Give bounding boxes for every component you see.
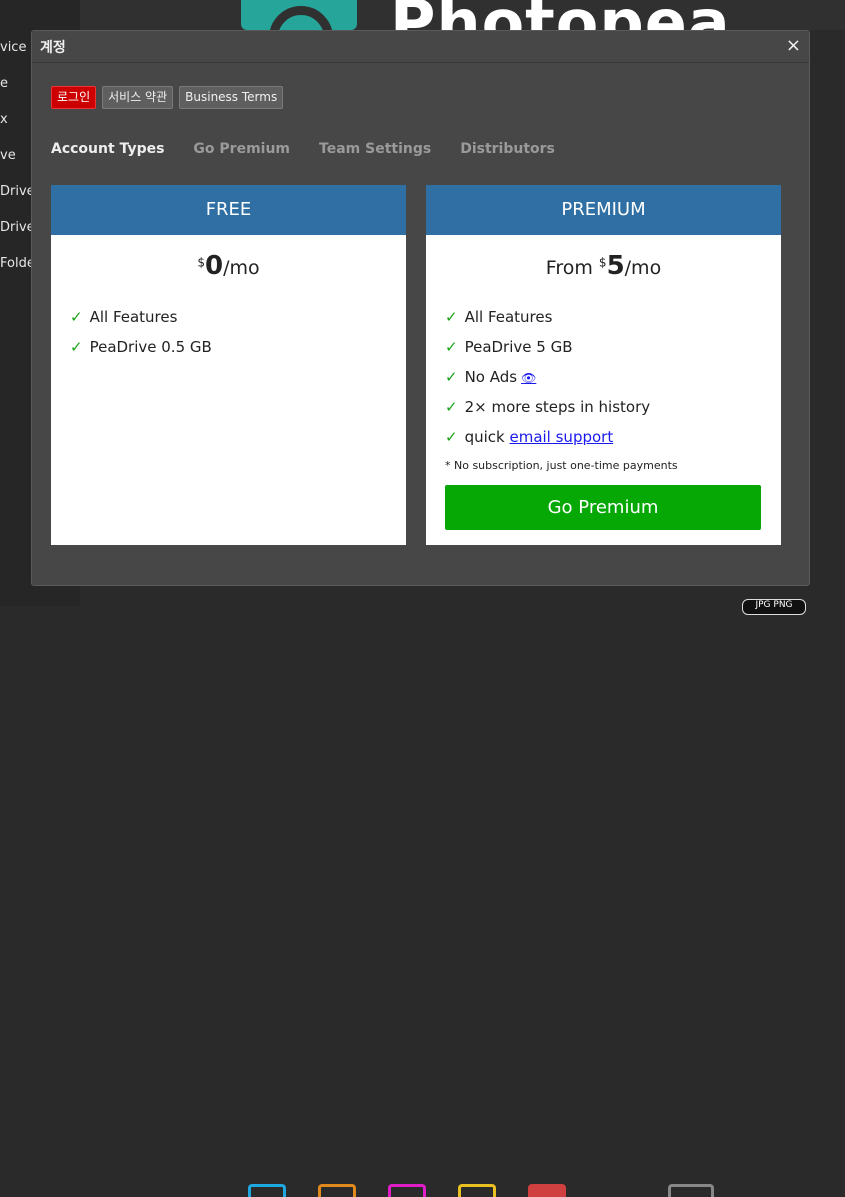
account-dialog: 계정 × 로그인 서비스 약관 Business Terms Account T… xyxy=(31,30,810,586)
check-icon: ✓ xyxy=(445,398,458,416)
dialog-title: 계정 xyxy=(40,40,66,56)
premium-plan-title: PREMIUM xyxy=(426,185,781,235)
app-icon[interactable] xyxy=(528,1184,566,1197)
list-item: ✓ 2× more steps in history xyxy=(445,397,781,427)
go-premium-button[interactable]: Go Premium xyxy=(445,485,761,530)
price-period: /mo xyxy=(223,257,260,279)
list-item: ✓ PeaDrive 0.5 GB xyxy=(70,337,406,367)
logo-text: Photopea xyxy=(390,0,731,30)
free-plan-title: FREE xyxy=(51,185,406,235)
check-icon: ✓ xyxy=(445,428,458,446)
eye-icon[interactable]: 👁 xyxy=(521,371,536,385)
sidebar-item[interactable]: e xyxy=(0,76,8,91)
sidebar-item[interactable]: Drive xyxy=(0,220,35,235)
feature-label: All Features xyxy=(89,308,178,326)
list-item: ✓ quick email support xyxy=(445,427,781,457)
sidebar-item[interactable]: Drive xyxy=(0,184,35,199)
sidebar-item[interactable]: ve xyxy=(0,148,16,163)
currency-symbol: $ xyxy=(197,255,205,270)
app-icon[interactable] xyxy=(458,1184,496,1197)
tab-bar: Account Types Go Premium Team Settings D… xyxy=(51,141,555,157)
check-icon: ✓ xyxy=(445,368,458,386)
free-plan-card: FREE $0/mo ✓ All Features ✓ PeaDrive 0.5 G… xyxy=(51,185,406,545)
tab-account-types[interactable]: Account Types xyxy=(51,141,164,157)
tab-distributors[interactable]: Distributors xyxy=(460,141,555,157)
app-icon[interactable] xyxy=(318,1184,356,1197)
sidebar-item[interactable]: x xyxy=(0,112,8,127)
app-icon[interactable] xyxy=(248,1184,286,1197)
close-icon[interactable]: × xyxy=(786,35,801,56)
feature-label: PeaDrive 5 GB xyxy=(464,338,573,356)
app-icon[interactable] xyxy=(668,1184,714,1197)
check-icon: ✓ xyxy=(445,338,458,356)
currency-symbol: $ xyxy=(598,255,607,270)
premium-feature-list: ✓ All Features ✓ PeaDrive 5 GB ✓ No Ads 👁 ✓ 2… xyxy=(426,307,781,457)
tab-team-settings[interactable]: Team Settings xyxy=(319,141,431,157)
check-icon: ✓ xyxy=(70,338,83,356)
dialog-header: 계정 × xyxy=(32,31,809,63)
payment-note: * No subscription, just one-time payment… xyxy=(445,459,678,472)
price-amount: 0 xyxy=(205,251,224,281)
feature-label: quick xyxy=(464,428,510,446)
premium-plan-card: PREMIUM From $5/mo ✓ All Features ✓ PeaDri… xyxy=(426,185,781,545)
tab-go-premium[interactable]: Go Premium xyxy=(193,141,290,157)
app-icon[interactable] xyxy=(388,1184,426,1197)
feature-label: PeaDrive 0.5 GB xyxy=(89,338,212,356)
free-plan-price: $0/mo xyxy=(51,251,406,281)
feature-label: No Ads xyxy=(464,368,518,386)
check-icon: ✓ xyxy=(70,308,83,326)
feature-label: All Features xyxy=(464,308,553,326)
background-banner: Photopea xyxy=(80,0,845,30)
top-button-row: 로그인 서비스 약관 Business Terms xyxy=(51,86,284,109)
list-item: ✓ All Features xyxy=(445,307,781,337)
terms-button[interactable]: 서비스 약관 xyxy=(102,86,174,109)
check-icon: ✓ xyxy=(445,308,458,326)
list-item: ✓ PeaDrive 5 GB xyxy=(445,337,781,367)
free-feature-list: ✓ All Features ✓ PeaDrive 0.5 GB xyxy=(51,307,406,367)
business-terms-button[interactable]: Business Terms xyxy=(179,86,284,109)
login-button[interactable]: 로그인 xyxy=(51,86,97,109)
price-prefix: From xyxy=(545,257,599,279)
list-item: ✓ All Features xyxy=(70,307,406,337)
email-support-link[interactable]: email support xyxy=(509,428,613,446)
price-period: /mo xyxy=(624,257,662,279)
price-amount: 5 xyxy=(606,251,625,281)
format-badge: JPG PNG xyxy=(742,599,806,615)
sidebar-item[interactable]: Folde xyxy=(0,256,35,271)
photopea-logo-icon xyxy=(241,0,357,30)
sidebar-item[interactable]: vice xyxy=(0,40,26,55)
list-item: ✓ No Ads 👁 xyxy=(445,367,781,397)
background-toolbar xyxy=(80,586,845,1197)
feature-label: 2× more steps in history xyxy=(464,398,651,416)
premium-plan-price: From $5/mo xyxy=(426,251,781,281)
